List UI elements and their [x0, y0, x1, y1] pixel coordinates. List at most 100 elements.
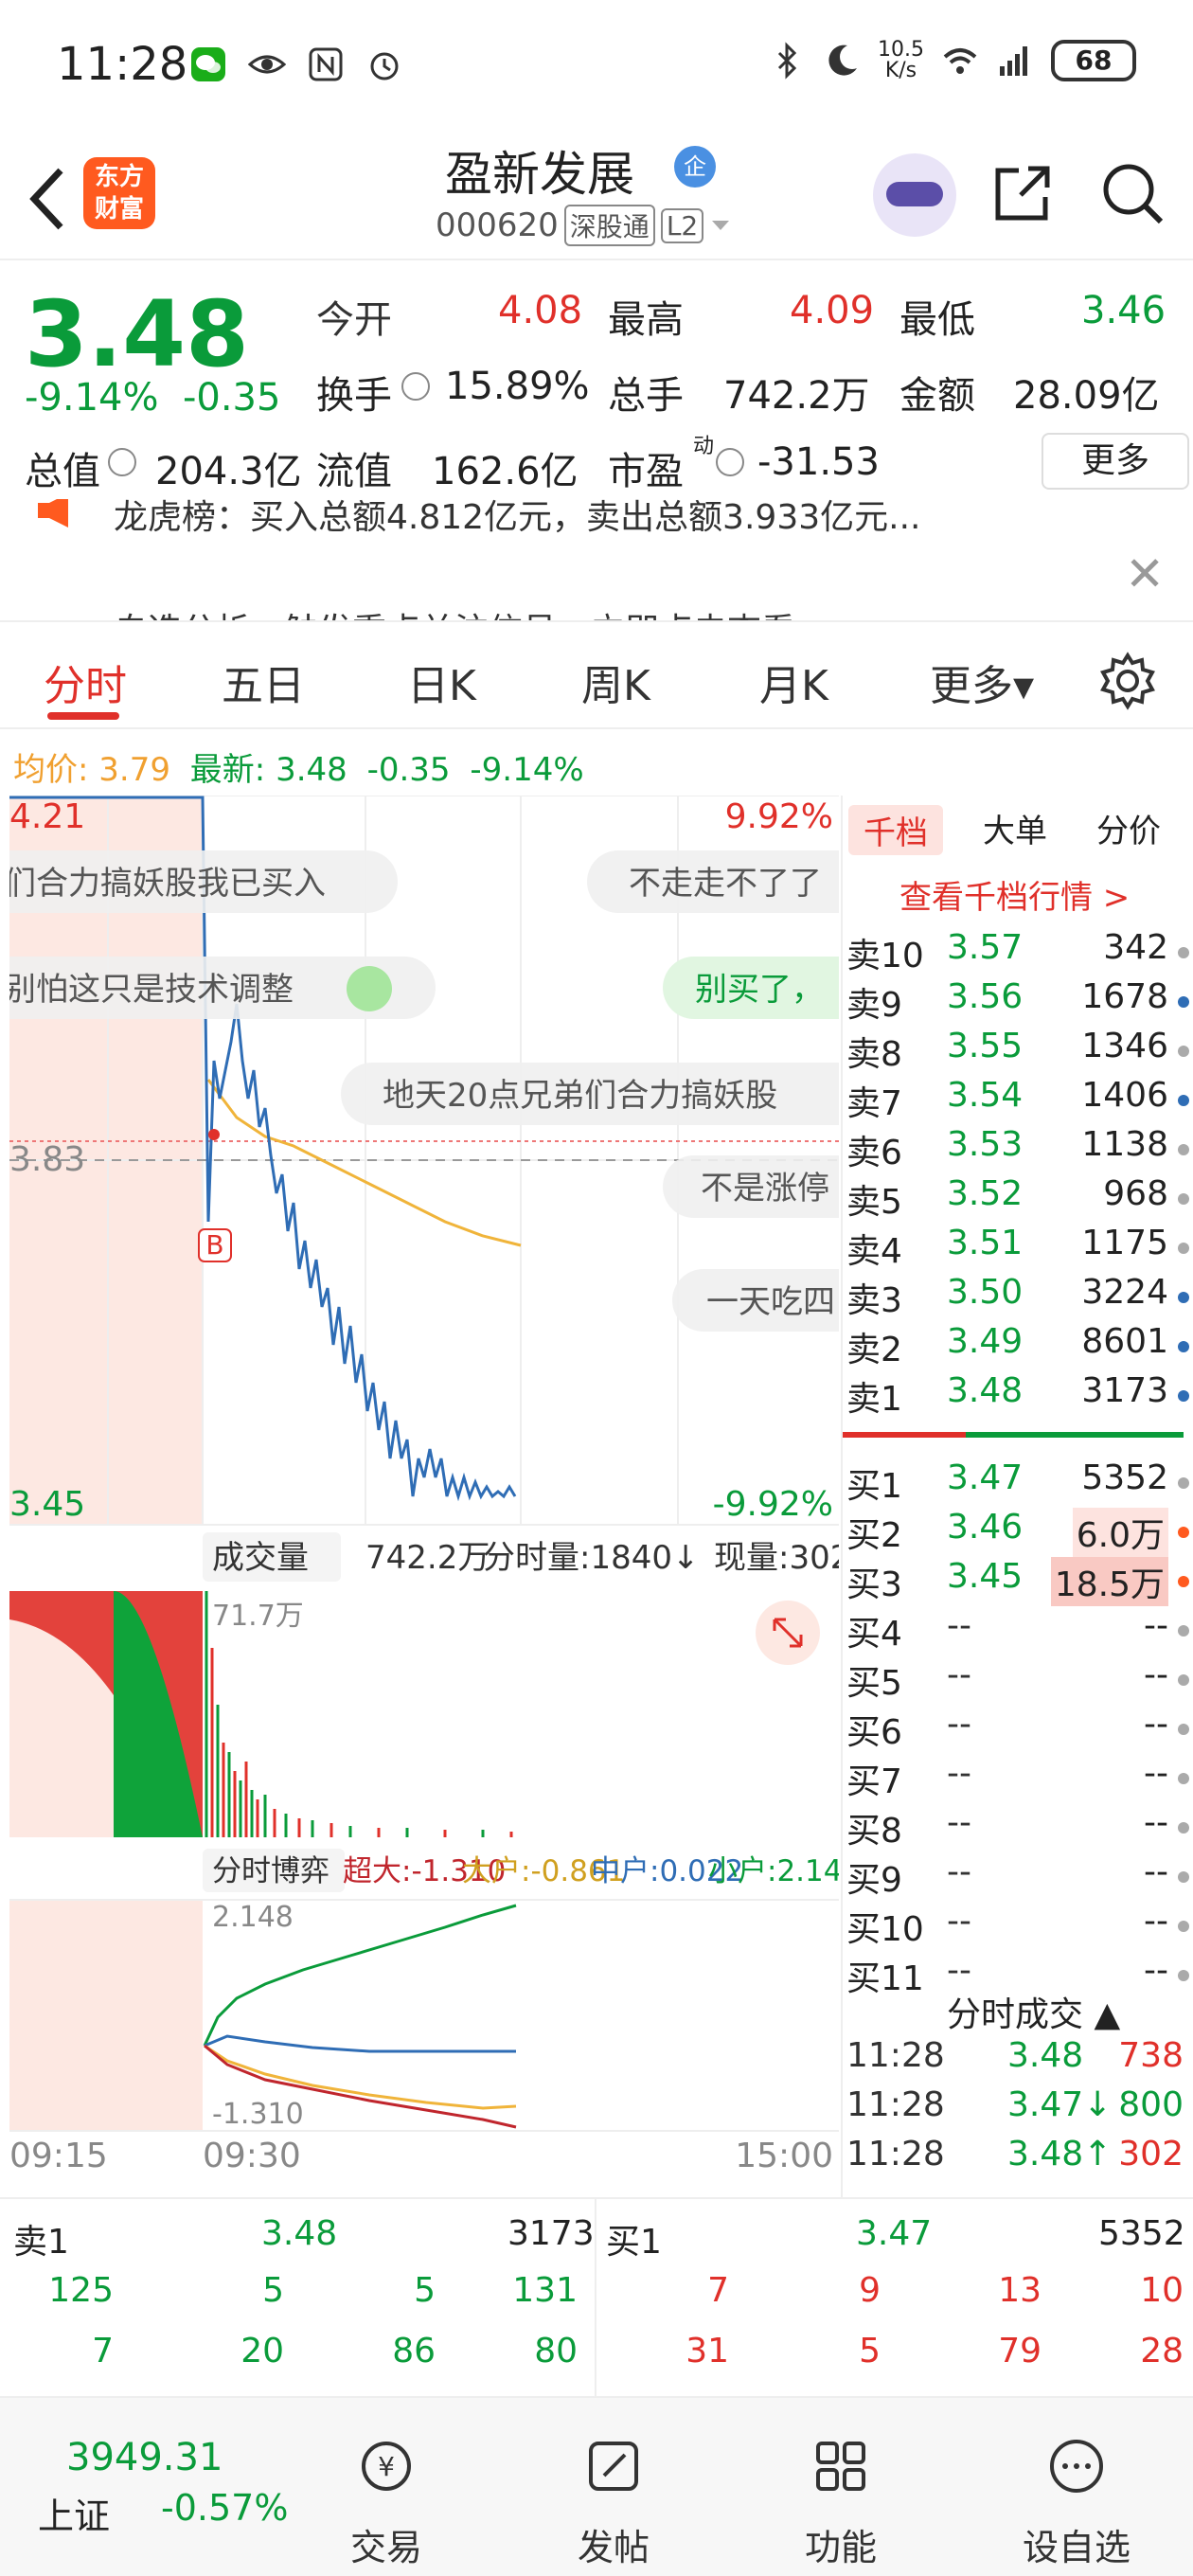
nav-functions[interactable]: 功能: [805, 2436, 877, 2570]
net-speed: 10.5 K/s: [878, 40, 924, 81]
order-book-row[interactable]: 卖9 3.56 1678: [843, 977, 1193, 1027]
megaphone-icon: [38, 499, 68, 528]
tab-weekly-k[interactable]: 周K: [581, 652, 650, 712]
stock-name: 盈新发展: [445, 147, 634, 202]
order-book-row[interactable]: 买10 -- --: [843, 1902, 1193, 1951]
order-book-row[interactable]: 卖3 3.50 3224: [843, 1273, 1193, 1322]
order-book-row[interactable]: 买2 3.46 6.0万: [843, 1508, 1193, 1557]
order-book-price: --: [947, 1705, 971, 1744]
news-line-2[interactable]: 自选分析：触发重点关注信号，立即点击查看: [114, 603, 795, 620]
order-book-price: 3.54: [947, 1076, 1024, 1115]
buy-queue-cell: 5: [859, 2332, 881, 2370]
tab-intraday[interactable]: 分时: [44, 652, 127, 712]
order-book-row[interactable]: 卖6 3.53 1138: [843, 1125, 1193, 1174]
more-quote-button[interactable]: 更多: [1042, 433, 1189, 490]
wechat-icon: [191, 47, 225, 81]
info-icon[interactable]: [108, 448, 136, 476]
order-book-panel: 千档 大单 分价 查看千档行情 > 卖10 3.57 342 卖9 3.56 1678 卖8…: [841, 796, 1193, 2197]
sell-queue-cell: 86: [392, 2332, 436, 2370]
ai-assistant-avatar[interactable]: [873, 153, 956, 237]
nav-post-label: 发帖: [578, 2527, 650, 2568]
order-book-row[interactable]: 买9 -- --: [843, 1852, 1193, 1902]
index-name[interactable]: 上证: [38, 2487, 110, 2539]
edit-icon: [589, 2442, 638, 2491]
order-dot-icon: [1178, 1527, 1189, 1538]
volume-selector-label: 成交量: [212, 1539, 309, 1577]
order-book-price: --: [947, 1951, 971, 1990]
tab-daily-k[interactable]: 日K: [407, 652, 476, 712]
intraday-chart-area[interactable]: B 4.21 9.92% 3.83 3.45 -9.92% 们合力搞妖股我已买入…: [0, 795, 871, 2178]
eastmoney-logo[interactable]: 东方 财富: [83, 157, 155, 229]
latest-label: 最新:: [189, 751, 266, 789]
nav-post[interactable]: 发帖: [578, 2436, 650, 2570]
order-book-row[interactable]: 买3 3.45 18.5万: [843, 1557, 1193, 1606]
trades-header[interactable]: 分时成交 ▲: [947, 1987, 1120, 2036]
axis-top-pct: 9.92%: [725, 797, 833, 836]
order-book-row[interactable]: 卖7 3.54 1406: [843, 1076, 1193, 1125]
order-book-row[interactable]: 买1 3.47 5352: [843, 1458, 1193, 1508]
order-book-level: 买1: [846, 1467, 902, 1506]
stock-code-row[interactable]: 000620 深股通 L2: [436, 205, 732, 246]
danmaku-3: 别怕这只是技术调整: [9, 971, 294, 1009]
order-book-row[interactable]: 卖8 3.55 1346: [843, 1027, 1193, 1076]
close-icon[interactable]: ✕: [1125, 546, 1165, 601]
float-label: 流值: [316, 450, 392, 493]
depth-quote-link[interactable]: 查看千档行情 >: [899, 871, 1130, 918]
news-ticker[interactable]: 龙虎榜：买入总额4.812亿元，卖出总额3.933亿元... 自选分析：触发重点…: [0, 499, 1193, 622]
order-book-volume: 3173: [1081, 1371, 1168, 1410]
tab-depth[interactable]: 千档: [848, 805, 943, 855]
order-book-row[interactable]: 买4 -- --: [843, 1606, 1193, 1655]
order-book-row[interactable]: 买7 -- --: [843, 1754, 1193, 1803]
order-book-row[interactable]: 买6 -- --: [843, 1705, 1193, 1754]
pe-value: -31.53: [757, 440, 880, 484]
nfc-icon: [309, 47, 343, 81]
info-icon[interactable]: [401, 372, 430, 401]
order-book-row[interactable]: 卖2 3.49 8601: [843, 1322, 1193, 1371]
enterprise-badge: 企: [674, 146, 716, 188]
danmaku-1: 们合力搞妖股我已买入: [9, 865, 326, 903]
intraday-summary: 均价: 3.79 最新: 3.48 -0.35 -9.14%: [13, 743, 584, 790]
tab-five-day[interactable]: 五日: [222, 652, 305, 712]
order-book-row[interactable]: 卖1 3.48 3173: [843, 1371, 1193, 1421]
info-icon[interactable]: [716, 448, 744, 476]
order-book-row[interactable]: 卖4 3.51 1175: [843, 1224, 1193, 1273]
sell1-price: 3.48: [261, 2214, 338, 2253]
order-book-row[interactable]: 卖5 3.52 968: [843, 1174, 1193, 1224]
time-end: 15:00: [735, 2137, 833, 2175]
order-dot-icon: [1178, 1341, 1189, 1352]
trade-price: 3.48↑: [1007, 2135, 1113, 2174]
sell-queue-cell: 125: [48, 2271, 114, 2310]
search-icon[interactable]: [1098, 159, 1166, 227]
index-value[interactable]: 3949.31: [66, 2436, 223, 2479]
gear-icon[interactable]: [1098, 652, 1157, 710]
tab-price-dist[interactable]: 分价: [1096, 805, 1161, 851]
volume-tick: 分时量:1840↓: [483, 1539, 699, 1577]
level1-summary: 卖1 3.48 3173 买1 3.47 5352 125 5 5 131 7 9 13 10…: [0, 2197, 1193, 2398]
danmaku-4: 别买了，: [695, 971, 824, 1009]
order-book-row[interactable]: 卖10 3.57 342: [843, 928, 1193, 977]
index-pct[interactable]: -0.57%: [161, 2487, 288, 2529]
wifi-icon: [943, 48, 977, 74]
signal-icon: [1000, 46, 1027, 76]
nav-trade[interactable]: ¥ 交易: [350, 2436, 422, 2570]
tab-monthly-k[interactable]: 月K: [759, 652, 828, 712]
intraday-chart[interactable]: B 4.21 9.92% 3.83 3.45 -9.92% 们合力搞妖股我已买入…: [0, 795, 871, 2178]
order-book-row[interactable]: 买8 -- --: [843, 1803, 1193, 1852]
sell-queue-cell: 20: [240, 2332, 284, 2370]
news-line-1[interactable]: 龙虎榜：买入总额4.812亿元，卖出总额3.933亿元...: [114, 499, 920, 539]
pe-sup: 动: [693, 435, 715, 458]
order-book-price: --: [947, 1754, 971, 1793]
order-book-row[interactable]: 买5 -- --: [843, 1655, 1193, 1705]
order-book-price: 3.53: [947, 1125, 1024, 1164]
share-icon[interactable]: [990, 161, 1055, 225]
tab-more[interactable]: 更多▾: [930, 652, 1034, 712]
period-tabs: 分时 五日 日K 周K 月K 更多▾: [0, 625, 1193, 729]
order-dot-icon: [1178, 1724, 1189, 1735]
order-book-level: 买7: [846, 1762, 902, 1801]
tab-big-orders[interactable]: 大单: [983, 805, 1047, 851]
order-book-level: 卖8: [846, 1035, 902, 1074]
back-button[interactable]: [23, 161, 80, 237]
order-dot-icon: [1178, 1193, 1189, 1205]
divider: [595, 2199, 596, 2398]
nav-add-watchlist[interactable]: 设自选: [1023, 2436, 1131, 2570]
